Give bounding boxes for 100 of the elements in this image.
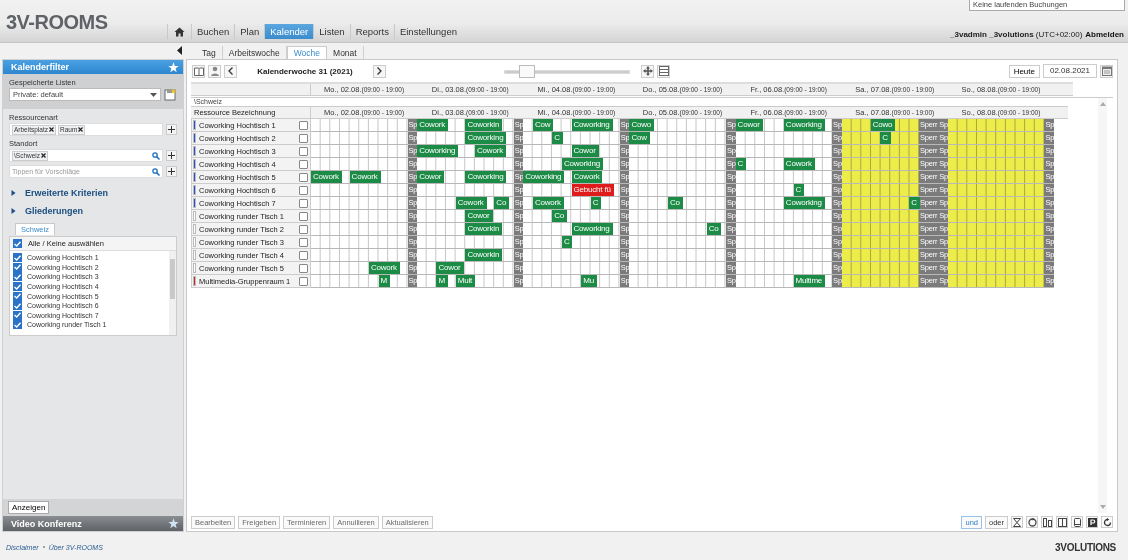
booking[interactable]: Cowork	[311, 171, 342, 183]
booking[interactable]: Gebucht fü	[571, 184, 614, 196]
checkbox[interactable]	[299, 250, 308, 260]
checkbox[interactable]	[299, 120, 308, 130]
booking[interactable]: Coworking	[417, 145, 459, 157]
booking[interactable]: Coworking	[561, 158, 603, 170]
booking[interactable]: Cowork	[417, 119, 449, 131]
panel-header[interactable]: Video Konferenz	[3, 516, 183, 531]
booking[interactable]: Coworking	[465, 132, 507, 144]
booking[interactable]: Coworking	[523, 171, 565, 183]
section-toggle[interactable]: Erweiterte Kriterien	[9, 188, 177, 198]
checkbox[interactable]	[13, 301, 22, 311]
today-button[interactable]: Heute	[1008, 64, 1040, 78]
booking[interactable]: Coworkin	[465, 119, 503, 131]
checkbox[interactable]	[13, 310, 22, 320]
show-button[interactable]: Anzeigen	[8, 501, 50, 514]
booking[interactable]: Cowork	[455, 197, 487, 209]
booking[interactable]: Co	[552, 210, 568, 222]
checkbox[interactable]	[13, 291, 22, 301]
booking[interactable]: Cowor	[735, 119, 763, 131]
booking[interactable]: Cowork	[349, 171, 381, 183]
booking[interactable]: C	[793, 184, 805, 196]
section-toggle[interactable]: Gliederungen	[9, 206, 177, 216]
zoom-slider[interactable]	[504, 65, 630, 77]
booking[interactable]: C	[735, 158, 747, 170]
collapse-icon[interactable]	[177, 45, 182, 55]
booking[interactable]: Cow	[532, 119, 554, 131]
booking[interactable]: Cowork	[368, 262, 400, 274]
star-icon[interactable]	[168, 518, 179, 529]
sync-button[interactable]	[1026, 516, 1038, 528]
next-button[interactable]	[373, 64, 386, 78]
calendar-button[interactable]	[1100, 64, 1113, 78]
booking[interactable]: Cowork	[571, 171, 603, 183]
checkbox[interactable]	[13, 253, 22, 263]
add-button[interactable]	[166, 166, 177, 177]
checkbox[interactable]	[13, 282, 22, 292]
search-icon[interactable]	[152, 167, 160, 176]
nav-tab[interactable]: Listen	[313, 24, 350, 39]
nav-tab[interactable]: Kalender	[264, 24, 314, 39]
booking[interactable]: Cow	[629, 132, 650, 144]
checkbox[interactable]	[299, 133, 308, 143]
checkbox[interactable]	[13, 320, 22, 330]
date-field[interactable]: 02.08.2021	[1043, 64, 1097, 78]
booking[interactable]: Co	[668, 197, 683, 209]
nav-tab[interactable]: Buchen	[191, 24, 235, 39]
booking[interactable]: Mult	[455, 275, 476, 287]
booking[interactable]: Cowor	[436, 262, 464, 274]
scrollbar[interactable]	[169, 251, 176, 335]
add-button[interactable]	[166, 150, 177, 161]
checkbox[interactable]	[299, 146, 308, 156]
hourglass-button[interactable]	[1011, 516, 1023, 528]
booking[interactable]: Coworkin	[465, 223, 503, 235]
logout-link[interactable]: Abmelden	[1085, 30, 1124, 39]
checkbox[interactable]	[13, 239, 22, 248]
nav-tab[interactable]: Reports	[349, 24, 394, 39]
save-list-icon[interactable]	[164, 88, 177, 101]
booking[interactable]: C	[561, 236, 573, 248]
checkbox[interactable]	[299, 211, 308, 221]
checkbox[interactable]	[13, 262, 22, 272]
star-icon[interactable]	[168, 61, 179, 73]
booking[interactable]: Cowork	[475, 145, 506, 157]
booking[interactable]: C	[590, 197, 602, 209]
parking-button[interactable]	[1086, 516, 1098, 528]
booking[interactable]: C	[909, 197, 920, 209]
book-button[interactable]	[192, 64, 205, 78]
remove-icon[interactable]	[48, 127, 54, 132]
move-button[interactable]	[641, 64, 654, 78]
booking[interactable]: Coworking	[465, 171, 507, 183]
booking[interactable]: C	[880, 132, 891, 144]
rows-button[interactable]	[657, 64, 670, 78]
view-tab[interactable]: Woche	[286, 46, 328, 59]
checkbox[interactable]	[299, 263, 308, 273]
booking[interactable]: Coworkin	[465, 249, 503, 261]
booking[interactable]: Cowork	[783, 158, 815, 170]
booking[interactable]: Coworking	[783, 119, 825, 131]
remove-icon[interactable]	[41, 153, 46, 158]
booking[interactable]: Mu	[581, 275, 597, 287]
booking[interactable]: Multime	[793, 275, 826, 287]
booking[interactable]: M	[436, 275, 448, 287]
booking[interactable]: Cowork	[532, 197, 564, 209]
checkbox[interactable]	[299, 185, 308, 195]
add-button[interactable]	[166, 124, 177, 135]
columns-button[interactable]	[1056, 516, 1068, 528]
booking[interactable]: Cowor	[465, 210, 493, 222]
booking[interactable]: C	[552, 132, 563, 144]
booking[interactable]: Coworking	[571, 119, 613, 131]
reload-button[interactable]	[1101, 516, 1113, 528]
booking[interactable]: Cowo	[629, 119, 655, 131]
booking[interactable]: Cowor	[417, 171, 445, 183]
checkbox[interactable]	[13, 272, 22, 282]
checkbox[interactable]	[299, 237, 308, 247]
caret-icon[interactable]	[150, 92, 157, 97]
checkbox[interactable]	[299, 159, 308, 169]
checkbox[interactable]	[299, 224, 308, 234]
checkbox[interactable]	[299, 198, 308, 208]
booking[interactable]: Cowo	[870, 119, 896, 131]
nav-tab[interactable]: Einstellungen	[393, 24, 462, 39]
checkbox[interactable]	[299, 172, 308, 182]
booking[interactable]: Coworking	[783, 197, 825, 209]
search-icon[interactable]	[152, 151, 160, 160]
